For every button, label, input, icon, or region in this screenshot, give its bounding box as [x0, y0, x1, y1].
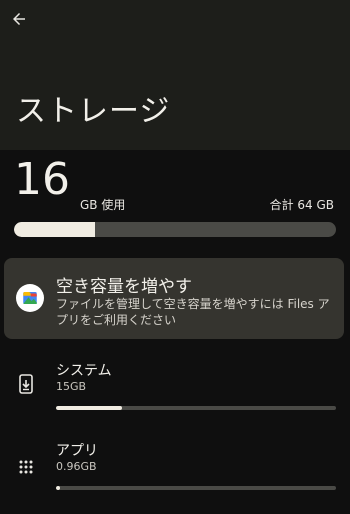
phone-download-icon: [16, 374, 36, 394]
category-size: 15GB: [56, 380, 87, 393]
storage-usage-bar-fill: [14, 222, 95, 237]
category-usage-bar: [56, 406, 336, 410]
free-up-space-description: ファイルを管理して空き容量を増やすには Files アプリをご利用ください: [56, 297, 330, 327]
category-name: アプリ: [56, 443, 98, 459]
category-usage-bar-fill: [56, 486, 61, 490]
back-button[interactable]: [6, 6, 32, 32]
category-size: 0.96GB: [56, 460, 97, 473]
free-up-space-card[interactable]: 空き容量を増やす ファイルを管理して空き容量を増やすには Files アプリをご…: [4, 258, 344, 339]
page-title: ストレージ: [16, 94, 171, 129]
arrow-back-icon: [13, 13, 25, 25]
category-usage-bar-fill: [56, 406, 122, 410]
files-app-icon: [16, 284, 44, 312]
used-storage-value: 16: [14, 154, 70, 205]
storage-usage-bar: [14, 222, 336, 237]
total-storage-label: 合計 64 GB: [269, 198, 334, 212]
category-usage-bar: [56, 486, 336, 490]
category-name: システム: [56, 363, 112, 379]
free-up-space-title: 空き容量を増やす: [56, 277, 192, 297]
used-storage-unit: GB 使用: [80, 198, 126, 212]
apps-grid-icon: [16, 457, 36, 477]
